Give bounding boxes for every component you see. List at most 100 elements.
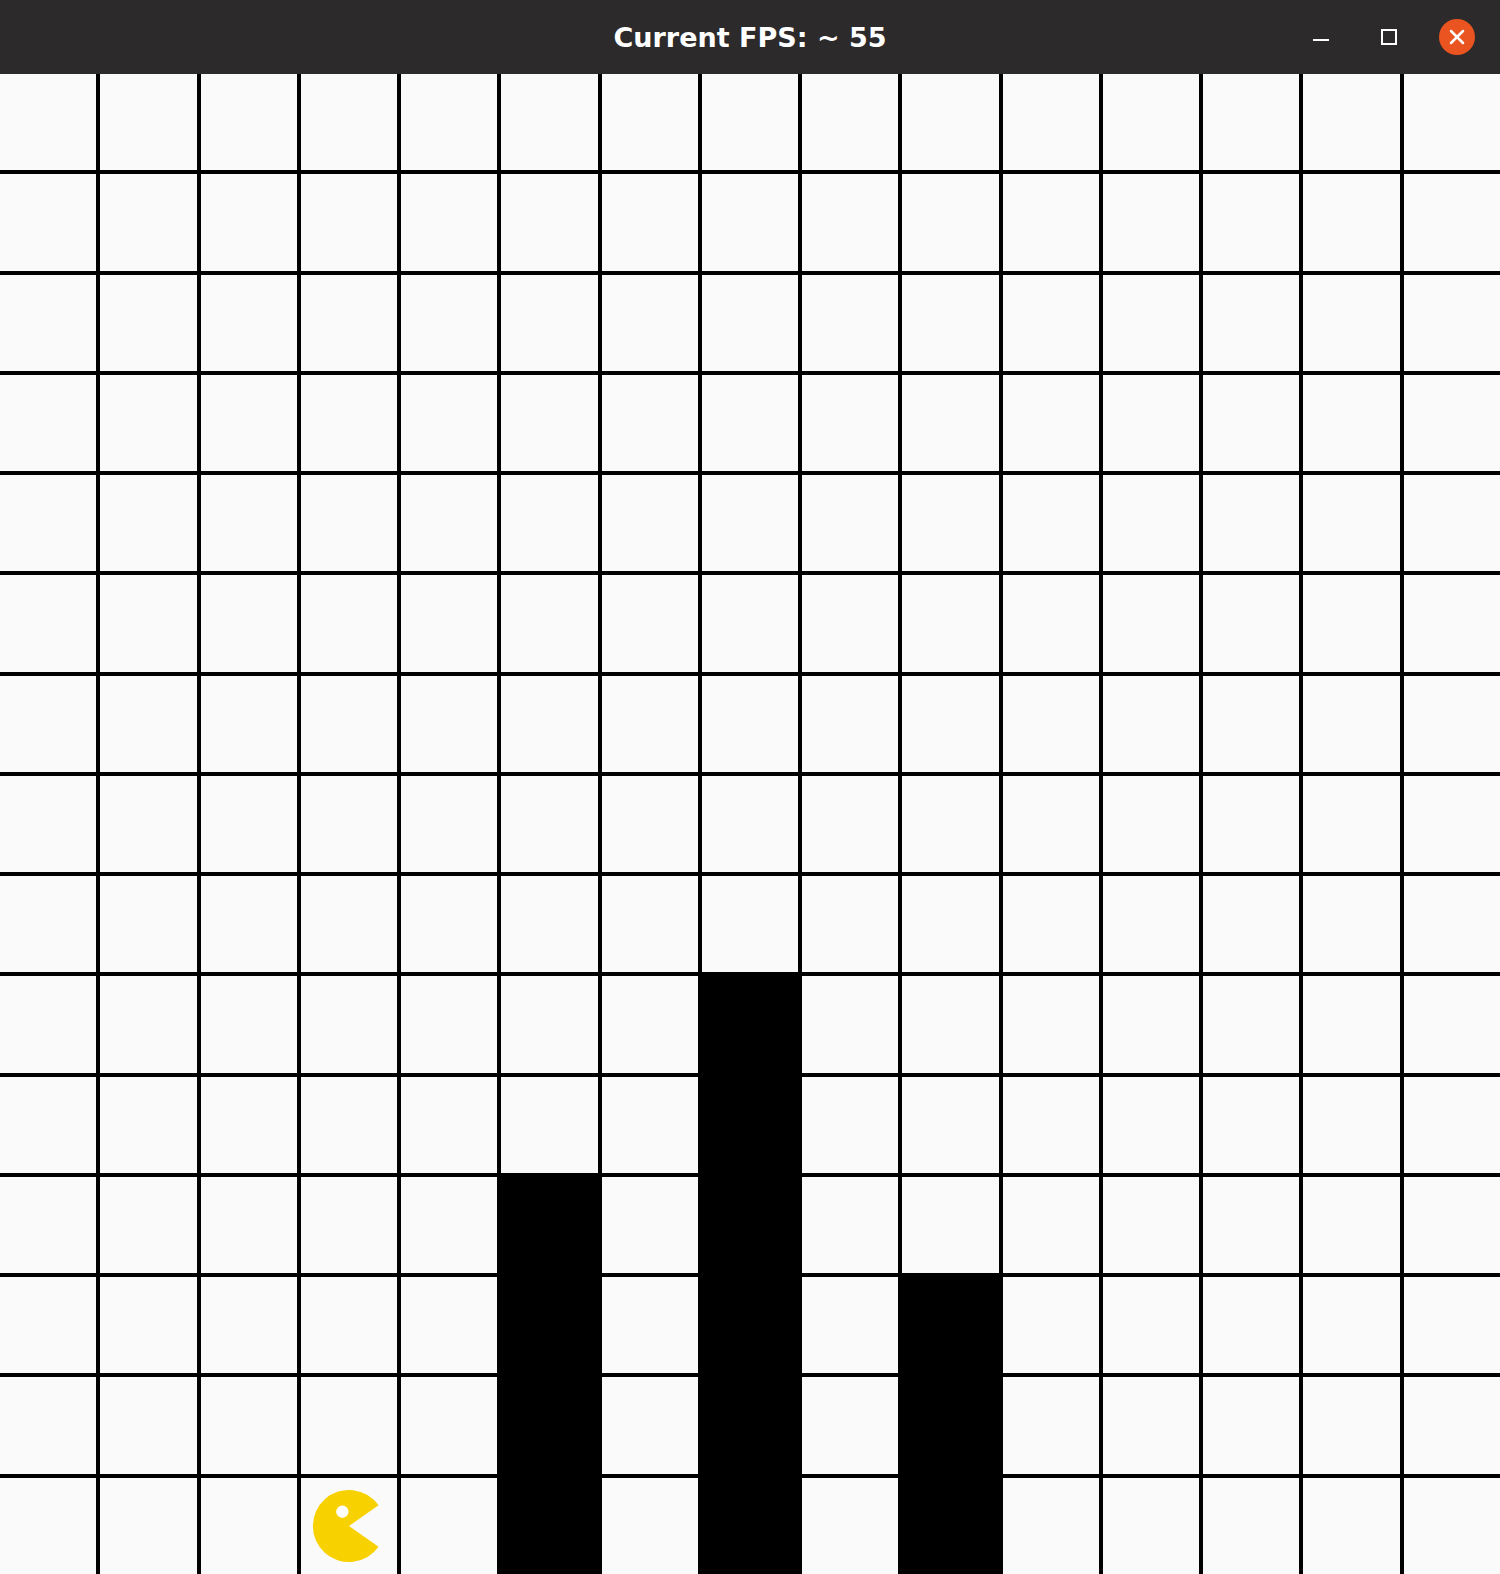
board-cell [401, 1377, 497, 1473]
board-cell [0, 575, 96, 671]
board-cell [1404, 876, 1500, 972]
board-cell [501, 676, 597, 772]
board-cell [1003, 1077, 1099, 1173]
board-cell [902, 74, 998, 170]
board-cell [1303, 475, 1399, 571]
board-cell [1404, 575, 1500, 671]
board-cell [1003, 475, 1099, 571]
board-cell [1303, 1377, 1399, 1473]
board-cell [301, 1277, 397, 1373]
board-cell [1103, 876, 1199, 972]
wall-cell [902, 1478, 998, 1574]
board-cell [201, 74, 297, 170]
minimize-icon [1311, 27, 1331, 47]
board-cell [802, 976, 898, 1072]
board-cell [702, 74, 798, 170]
board-cell [1404, 74, 1500, 170]
board-cell [802, 776, 898, 872]
board-cell [401, 375, 497, 471]
title-bar: Current FPS: ~ 55 [0, 0, 1500, 74]
board-cell [802, 1177, 898, 1273]
board-cell [902, 1077, 998, 1173]
maximize-button[interactable] [1368, 16, 1410, 58]
wall-cell [501, 1177, 597, 1273]
board-cell [401, 676, 497, 772]
board-cell [0, 375, 96, 471]
board-cell [401, 876, 497, 972]
board-cell [301, 74, 397, 170]
window-title: Current FPS: ~ 55 [614, 22, 887, 53]
board-cell [602, 174, 698, 270]
board-cell [602, 1478, 698, 1574]
board-cell [1203, 74, 1299, 170]
board-cell [1103, 1077, 1199, 1173]
board-cell [100, 676, 196, 772]
board-cell [401, 275, 497, 371]
board-cell [802, 1277, 898, 1373]
board-cell [1203, 1377, 1299, 1473]
board-cell [501, 74, 597, 170]
board-cell [1404, 174, 1500, 270]
board-cell [1203, 1177, 1299, 1273]
board-cell [201, 275, 297, 371]
board-cell [902, 1177, 998, 1273]
board-cell [201, 174, 297, 270]
board-cell [0, 1277, 96, 1373]
board-cell [1203, 976, 1299, 1072]
board-cell [602, 375, 698, 471]
board-cell [802, 1077, 898, 1173]
board-cell [902, 275, 998, 371]
board-cell [1303, 1478, 1399, 1574]
board-cell [1303, 174, 1399, 270]
board-cell [100, 74, 196, 170]
board-cell [1203, 1077, 1299, 1173]
board-cell [1003, 275, 1099, 371]
board-cell [1203, 174, 1299, 270]
board-cell [1303, 575, 1399, 671]
board-cell [1303, 776, 1399, 872]
board-cell [1003, 1177, 1099, 1273]
board-cell [201, 1478, 297, 1574]
board-cell [1003, 676, 1099, 772]
board-cell [201, 1177, 297, 1273]
board-cell [1203, 275, 1299, 371]
board-cell [1103, 1377, 1199, 1473]
board-cell [1303, 375, 1399, 471]
close-button[interactable] [1436, 16, 1478, 58]
wall-cell [702, 976, 798, 1072]
board-cell [1404, 275, 1500, 371]
board-cell [702, 475, 798, 571]
board-cell [100, 876, 196, 972]
board-cell [301, 174, 397, 270]
board-cell [702, 575, 798, 671]
board-cell [201, 375, 297, 471]
board-cell [0, 275, 96, 371]
board-cell [602, 575, 698, 671]
board-cell [100, 475, 196, 571]
board-cell [1303, 1277, 1399, 1373]
board-cell [501, 876, 597, 972]
board-cell [802, 676, 898, 772]
board-cell [1303, 1077, 1399, 1173]
board-cell [1003, 776, 1099, 872]
minimize-button[interactable] [1300, 16, 1342, 58]
board-cell [1003, 976, 1099, 1072]
board-cell [1203, 375, 1299, 471]
board-cell [0, 1478, 96, 1574]
board-cell [0, 174, 96, 270]
board-cell [1003, 575, 1099, 671]
board-cell [1103, 575, 1199, 671]
board-cell [401, 1277, 497, 1373]
board-cell [802, 876, 898, 972]
board-cell [1203, 776, 1299, 872]
board-cell [1203, 676, 1299, 772]
board-cell [301, 475, 397, 571]
board-cell [1404, 1177, 1500, 1273]
board-cell [0, 776, 96, 872]
board-cell [0, 676, 96, 772]
board-cell [301, 976, 397, 1072]
board-cell [501, 174, 597, 270]
board-cell [501, 976, 597, 1072]
wall-cell [702, 1478, 798, 1574]
board-cell [702, 876, 798, 972]
